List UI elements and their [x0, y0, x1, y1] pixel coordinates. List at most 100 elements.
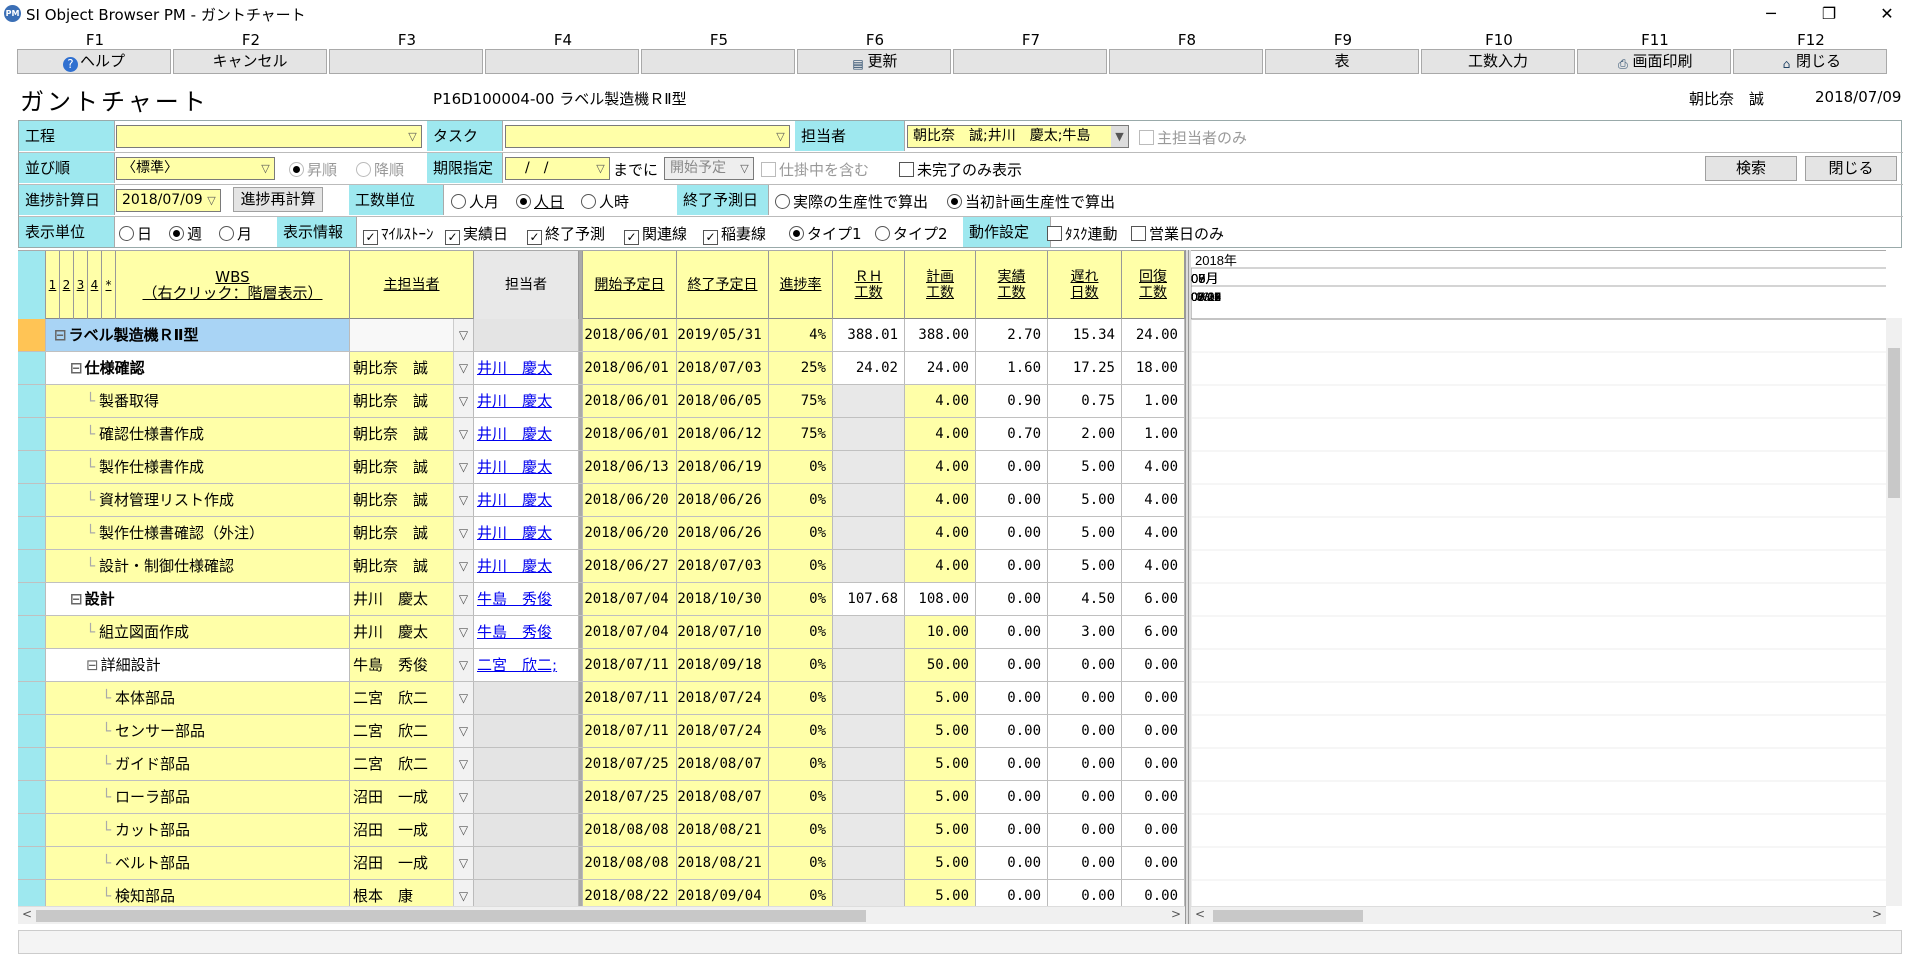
level-1-header[interactable]: 1	[46, 251, 60, 319]
fkey-button-8[interactable]	[1109, 49, 1263, 74]
scroll-right-arrow-icon[interactable]: >	[1872, 907, 1882, 921]
row-selector[interactable]	[18, 385, 46, 417]
collapse-toggle-icon[interactable]: ⊟	[54, 326, 67, 344]
assignee-cell[interactable]: 井川 慶太	[474, 550, 579, 582]
row-selector[interactable]	[18, 550, 46, 582]
row-selector[interactable]	[18, 715, 46, 747]
main-assignee-cell[interactable]: 沼田 一成 ▽	[350, 847, 474, 879]
table-row[interactable]: └ 製番取得 朝比奈 誠 ▽ 井川 慶太 2018/06/01 2018/06/05 75% 4…	[18, 385, 1185, 418]
scroll-left-arrow-icon[interactable]: <	[22, 907, 32, 921]
vertical-scrollbar[interactable]	[1886, 318, 1902, 906]
chevron-down-icon[interactable]: ▽	[453, 418, 473, 450]
assignee-cell[interactable]: 井川 慶太	[474, 451, 579, 483]
main-assignee-cell[interactable]: 井川 慶太 ▽	[350, 583, 474, 615]
table-row[interactable]: ⊟ 設計 井川 慶太 ▽ 牛島 秀俊 2018/07/04 2018/10/30 0% 107.…	[18, 583, 1185, 616]
search-button[interactable]: 検索	[1705, 156, 1797, 181]
assignee-cell[interactable]	[474, 847, 579, 879]
table-row[interactable]: └ 本体部品 二宮 欣二 ▽ 2018/07/11 2018/07/24 0% 5.00 0.0…	[18, 682, 1185, 715]
plan-effort-header[interactable]: 計画 工数	[905, 251, 976, 319]
level-4-header[interactable]: 4	[88, 251, 102, 319]
main-assignee-cell[interactable]: 沼田 一成 ▽	[350, 814, 474, 846]
unit-day-radio[interactable]: 人日	[516, 191, 564, 212]
fkey-button-2[interactable]: キャンセル	[173, 49, 327, 74]
table-row[interactable]: └ センサー部品 二宮 欣二 ▽ 2018/07/11 2018/07/24 0% 5.00 0…	[18, 715, 1185, 748]
fkey-button-4[interactable]	[485, 49, 639, 74]
chevron-down-icon[interactable]: ▽	[453, 583, 473, 615]
wbs-name-cell[interactable]: └ 資材管理リスト作成	[46, 484, 350, 516]
wbs-name-cell[interactable]: └ ローラ部品	[46, 781, 350, 813]
assignee-link[interactable]: 井川 慶太	[477, 491, 552, 509]
row-selector[interactable]	[18, 649, 46, 681]
main-assignee-cell[interactable]: 朝比奈 誠 ▽	[350, 517, 474, 549]
fkey-button-1[interactable]: ? ヘルプ	[17, 49, 171, 74]
row-selector[interactable]	[18, 319, 46, 351]
table-row[interactable]: └ ローラ部品 沼田 一成 ▽ 2018/07/25 2018/08/07 0% 5.00 0.…	[18, 781, 1185, 814]
assignee-cell[interactable]	[474, 715, 579, 747]
wbs-name-cell[interactable]: ⊟ ラベル製造機ＲⅡ型	[46, 319, 350, 351]
chevron-down-icon[interactable]: ▽	[453, 847, 473, 879]
assignee-cell[interactable]: 井川 慶太	[474, 418, 579, 450]
unit-month-radio[interactable]: 人月	[451, 191, 499, 212]
scroll-left-arrow-icon[interactable]: <	[1195, 907, 1205, 921]
incomplete-only-checkbox[interactable]: 未完了のみ表示	[899, 159, 1022, 180]
main-assignee-cell[interactable]: ▽	[350, 319, 474, 351]
unit-hour-radio[interactable]: 人時	[581, 191, 629, 212]
row-selector[interactable]	[18, 451, 46, 483]
table-row[interactable]: └ 資材管理リスト作成 朝比奈 誠 ▽ 井川 慶太 2018/06/20 2018/06/2…	[18, 484, 1185, 517]
main-assignee-header[interactable]: 主担当者	[350, 251, 474, 319]
table-row[interactable]: └ 確認仕様書作成 朝比奈 誠 ▽ 井川 慶太 2018/06/01 2018/06/12 7…	[18, 418, 1185, 451]
task-select[interactable]: ▽	[505, 125, 790, 148]
progress-date-input[interactable]: 2018/07/09 ▽	[116, 189, 221, 212]
fkey-button-10[interactable]: 工数入力	[1421, 49, 1575, 74]
level-3-header[interactable]: 3	[74, 251, 88, 319]
wbs-name-cell[interactable]: └ ベルト部品	[46, 847, 350, 879]
assignee-link[interactable]: 井川 慶太	[477, 392, 552, 410]
assignee-cell[interactable]	[474, 880, 579, 906]
table-row[interactable]: └ ベルト部品 沼田 一成 ▽ 2018/08/08 2018/08/21 0% 5.00 0.…	[18, 847, 1185, 880]
wbs-name-cell[interactable]: └ 製番取得	[46, 385, 350, 417]
business-days-checkbox[interactable]: 営業日のみ	[1131, 223, 1224, 244]
recalc-button[interactable]: 進捗再計算	[233, 187, 323, 212]
chevron-down-icon[interactable]: ▽	[453, 319, 473, 351]
assignee-link[interactable]: 井川 慶太	[477, 359, 552, 377]
wbs-name-cell[interactable]: └ 製作仕様書確認（外注）	[46, 517, 350, 549]
actual-effort-header[interactable]: 実績 工数	[976, 251, 1048, 319]
table-row[interactable]: └ カット部品 沼田 一成 ▽ 2018/08/08 2018/08/21 0% 5.00 0.…	[18, 814, 1185, 847]
task-link-checkbox[interactable]: ﾀｽｸ連動	[1047, 223, 1118, 244]
collapse-toggle-icon[interactable]: ⊟	[70, 590, 83, 608]
assignee-link[interactable]: 牛島 秀俊	[477, 590, 552, 608]
deadline-type-select[interactable]: 開始予定 ▽	[664, 157, 754, 180]
forecast-plan-radio[interactable]: 当初計画生産性で算出	[947, 191, 1115, 212]
milestone-checkbox[interactable]: ✓ ﾏｲﾙｽﾄｰﾝ	[363, 223, 434, 245]
chevron-down-icon[interactable]: ▽	[453, 649, 473, 681]
table-row[interactable]: └ 組立図面作成 井川 慶太 ▽ 牛島 秀俊 2018/07/04 2018/07/10 0%…	[18, 616, 1185, 649]
main-assignee-cell[interactable]: 根本 康 ▽	[350, 880, 474, 906]
fkey-button-12[interactable]: ⌂ 閉じる	[1733, 49, 1887, 74]
chevron-down-icon[interactable]: ▽	[453, 880, 473, 906]
row-selector[interactable]	[18, 418, 46, 450]
table-row[interactable]: ⊟ 詳細設計 牛島 秀俊 ▽ 二宮 欣二; 2018/07/11 2018/09/18 0% 5…	[18, 649, 1185, 682]
chevron-down-icon[interactable]: ▽	[453, 781, 473, 813]
wbs-name-cell[interactable]: ⊟ 詳細設計	[46, 649, 350, 681]
assignee-link[interactable]: 牛島 秀俊	[477, 623, 552, 641]
table-row[interactable]: └ 設計・制御仕様確認 朝比奈 誠 ▽ 井川 慶太 2018/06/27 2018/07/0…	[18, 550, 1185, 583]
row-selector[interactable]	[18, 781, 46, 813]
assignee-cell[interactable]: 井川 慶太	[474, 484, 579, 516]
assignee-select[interactable]: 朝比奈 誠;井川 慶太;牛島 ▼	[907, 125, 1129, 148]
lightning-line-checkbox[interactable]: ✓ 稲妻線	[703, 223, 766, 245]
wbs-name-cell[interactable]: └ 組立図面作成	[46, 616, 350, 648]
type2-radio[interactable]: タイプ2	[875, 223, 948, 244]
scroll-right-arrow-icon[interactable]: >	[1171, 907, 1181, 921]
level-2-header[interactable]: 2	[60, 251, 74, 319]
close-filter-button[interactable]: 閉じる	[1805, 156, 1897, 181]
chevron-down-icon[interactable]: ▽	[453, 484, 473, 516]
assignee-link[interactable]: 井川 慶太	[477, 524, 552, 542]
row-selector[interactable]	[18, 616, 46, 648]
wbs-name-cell[interactable]: └ 検知部品	[46, 880, 350, 906]
recover-effort-header[interactable]: 回復 工数	[1122, 251, 1185, 319]
collapse-toggle-icon[interactable]: ⊟	[70, 359, 83, 377]
level-*-header[interactable]: *	[102, 251, 116, 319]
minimize-button[interactable]: ─	[1748, 0, 1794, 28]
end-date-header[interactable]: 終了予定日	[677, 251, 769, 319]
main-assignee-cell[interactable]: 二宮 欣二 ▽	[350, 715, 474, 747]
